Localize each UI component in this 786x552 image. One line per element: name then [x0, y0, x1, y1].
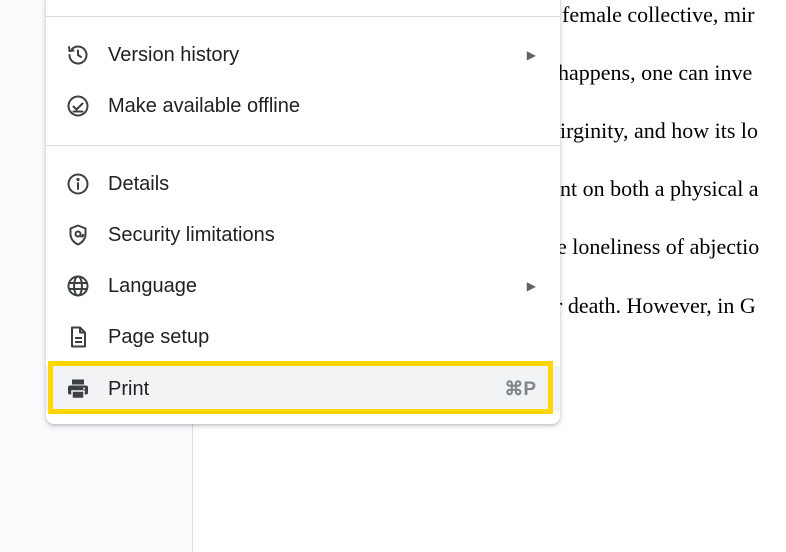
menu-item-details[interactable]: Details	[46, 161, 560, 207]
menu-item-version-history[interactable]: Version history ▶	[46, 32, 560, 78]
offline-check-icon	[66, 94, 90, 118]
menu-divider	[46, 145, 560, 146]
shield-icon	[66, 223, 90, 247]
menu-divider	[46, 16, 560, 17]
info-icon	[66, 172, 90, 196]
file-menu: Version history ▶ Make available offline…	[46, 0, 560, 424]
print-icon	[66, 377, 90, 401]
document-line: happens, one can inve	[558, 60, 753, 85]
document-line: nt on both a physical a	[560, 176, 759, 201]
document-line: female collective, mir	[562, 2, 755, 27]
history-icon	[66, 43, 90, 67]
globe-icon	[66, 274, 90, 298]
menu-item-label: Security limitations	[108, 223, 275, 246]
shortcut-hint: ⌘P	[504, 378, 536, 400]
submenu-arrow-icon: ▶	[526, 279, 536, 293]
document-line: irginity, and how its lo	[560, 118, 758, 143]
menu-item-label: Version history	[108, 43, 240, 66]
menu-item-language[interactable]: Language ▶	[46, 263, 560, 309]
menu-item-label: Details	[108, 172, 170, 195]
submenu-arrow-icon: ▶	[526, 48, 536, 62]
menu-item-label: Make available offline	[108, 94, 300, 117]
menu-item-label: Page setup	[108, 325, 210, 348]
document-icon	[66, 325, 90, 349]
menu-item-label: Print	[108, 377, 150, 400]
menu-item-print[interactable]: Print ⌘P	[46, 366, 560, 412]
menu-item-make-available-offline[interactable]: Make available offline	[46, 83, 560, 129]
menu-item-security-limitations[interactable]: Security limitations	[46, 212, 560, 258]
menu-item-page-setup[interactable]: Page setup	[46, 314, 560, 360]
document-line: e loneliness of abjectio	[557, 234, 760, 259]
document-line: r death. However, in G	[555, 293, 756, 318]
menu-item-label: Language	[108, 274, 197, 297]
